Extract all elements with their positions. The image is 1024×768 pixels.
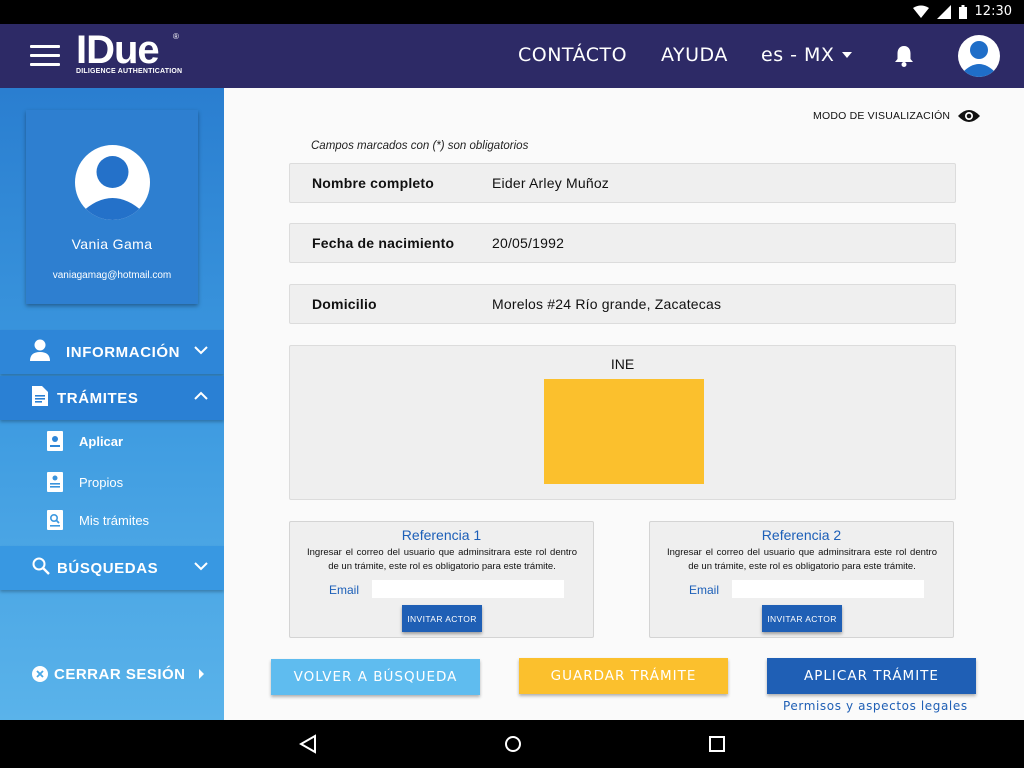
invite-actor-button[interactable]: INVITAR ACTOR — [402, 605, 482, 632]
reference-panel-1: Referencia 1 Ingresar el correo del usua… — [289, 521, 594, 638]
ine-label: INE — [610, 356, 635, 372]
language-select[interactable]: es - MX — [761, 44, 853, 66]
sidebar-item-mis-tramites[interactable]: Mis trámites — [0, 504, 224, 538]
sidebar-item-label: Mis trámites — [79, 513, 150, 528]
app-header: IDue DILIGENCE AUTHENTICATION ® CONTÁCTO… — [0, 24, 1024, 88]
sidebar-item-label: Aplicar — [79, 434, 124, 449]
person-icon — [30, 339, 50, 361]
section-label: BÚSQUEDAS — [57, 559, 159, 577]
home-icon[interactable] — [504, 734, 522, 754]
logout-button[interactable]: CERRAR SESIÓN — [0, 658, 224, 692]
system-status-bar: 12:30 — [0, 0, 1024, 24]
eye-icon — [958, 110, 981, 122]
chevron-down-icon — [194, 346, 208, 355]
reference-description: Ingresar el correo del usuario que admin… — [667, 547, 937, 572]
document-search-icon — [47, 510, 63, 530]
nav-contacto[interactable]: CONTÁCTO — [518, 44, 627, 66]
main-content: MODO DE VISUALIZACIÓN Campos marcados co… — [224, 88, 1024, 720]
profile-name: Vania Gama — [71, 236, 153, 252]
field-nombre-completo: Nombre completo Eider Arley Muñoz — [289, 163, 956, 203]
system-navigation-bar — [0, 720, 1024, 768]
badge-check-icon — [47, 431, 63, 451]
view-mode-toggle[interactable]: MODO DE VISUALIZACIÓN — [813, 109, 981, 123]
logout-label: CERRAR SESIÓN — [54, 666, 186, 683]
field-value: Morelos #24 Río grande, Zacatecas — [492, 296, 722, 312]
email-label: Email — [689, 583, 720, 597]
sidebar: Vania Gama vaniagamag@hotmail.com INFORM… — [0, 88, 224, 720]
chevron-down-icon — [194, 562, 208, 571]
signal-icon — [936, 4, 951, 19]
sidebar-item-propios[interactable]: Propios — [0, 466, 224, 500]
email-field[interactable] — [732, 580, 924, 598]
recent-apps-icon[interactable] — [709, 734, 725, 754]
reference-description: Ingresar el correo del usuario que admin… — [307, 547, 577, 572]
email-label: Email — [329, 583, 360, 597]
field-domicilio: Domicilio Morelos #24 Río grande, Zacate… — [289, 284, 956, 324]
reference-title: Referencia 1 — [401, 527, 482, 543]
field-value: 20/05/1992 — [492, 235, 565, 251]
sidebar-section-tramites[interactable]: TRÁMITES — [0, 376, 224, 420]
profile-card: Vania Gama vaniagamag@hotmail.com — [26, 110, 198, 304]
caret-down-icon — [842, 52, 853, 58]
id-card-icon — [47, 472, 63, 492]
invite-actor-button[interactable]: INVITAR ACTOR — [762, 605, 842, 632]
nav-ayuda[interactable]: AYUDA — [661, 44, 728, 66]
logo-subtitle: DILIGENCE AUTHENTICATION — [76, 68, 183, 75]
field-label: Nombre completo — [312, 175, 435, 191]
email-field[interactable] — [372, 580, 564, 598]
back-to-search-button[interactable]: VOLVER A BÚSQUEDA — [271, 659, 480, 695]
close-circle-icon — [32, 666, 48, 682]
section-label: TRÁMITES — [57, 389, 139, 407]
section-label: INFORMACIÓN — [66, 343, 181, 361]
chevron-up-icon — [194, 391, 208, 400]
required-fields-note: Campos marcados con (*) son obligatorios — [311, 140, 529, 152]
ine-document-panel: INE — [289, 345, 956, 500]
document-icon — [32, 386, 48, 406]
back-icon[interactable] — [299, 734, 317, 754]
logo-text: IDue — [76, 28, 160, 72]
ine-image[interactable] — [544, 379, 704, 484]
battery-icon — [958, 4, 967, 19]
registered-mark: ® — [173, 32, 179, 41]
sidebar-item-label: Propios — [79, 475, 124, 490]
hamburger-menu-icon[interactable] — [30, 45, 60, 67]
sidebar-section-busquedas[interactable]: BÚSQUEDAS — [0, 546, 224, 590]
field-label: Fecha de nacimiento — [312, 235, 455, 251]
field-label: Domicilio — [312, 296, 377, 312]
reference-title: Referencia 2 — [761, 527, 842, 543]
clock: 12:30 — [974, 4, 1012, 19]
chevron-right-icon — [199, 669, 204, 679]
sidebar-item-aplicar[interactable]: Aplicar — [0, 425, 224, 459]
legal-permissions-link[interactable]: Permisos y aspectos legales — [783, 699, 968, 713]
field-fecha-nacimiento: Fecha de nacimiento 20/05/1992 — [289, 223, 956, 263]
search-icon — [32, 557, 50, 575]
apply-procedure-button[interactable]: APLICAR TRÁMITE — [767, 658, 976, 694]
save-procedure-button[interactable]: GUARDAR TRÁMITE — [519, 658, 728, 694]
field-value: Eider Arley Muñoz — [492, 175, 610, 191]
reference-panel-2: Referencia 2 Ingresar el correo del usua… — [649, 521, 954, 638]
user-avatar-icon[interactable] — [958, 35, 1000, 77]
sidebar-section-informacion[interactable]: INFORMACIÓN — [0, 330, 224, 374]
wifi-icon — [912, 5, 929, 18]
profile-email: vaniagamag@hotmail.com — [52, 270, 172, 281]
profile-avatar-icon — [75, 145, 150, 220]
view-mode-label: MODO DE VISUALIZACIÓN — [813, 110, 951, 122]
language-value: es - MX — [761, 44, 835, 66]
app-logo: IDue DILIGENCE AUTHENTICATION ® — [76, 30, 186, 80]
bell-icon[interactable] — [893, 44, 915, 68]
